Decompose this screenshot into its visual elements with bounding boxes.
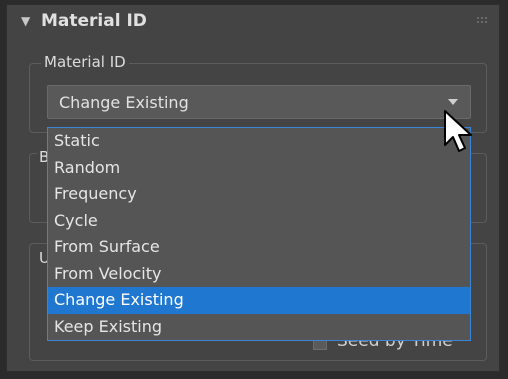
dropdown-options-list[interactable]: Static Random Frequency Cycle From Surfa… bbox=[47, 127, 471, 341]
group-legend: Material ID bbox=[41, 53, 129, 71]
dropdown-selected-value: Change Existing bbox=[59, 93, 189, 112]
dropdown-option[interactable]: From Surface bbox=[48, 234, 470, 261]
mouse-cursor-icon bbox=[444, 110, 472, 152]
material-id-dropdown[interactable]: Change Existing bbox=[47, 85, 471, 119]
dropdown-option-selected[interactable]: Change Existing bbox=[48, 287, 470, 314]
collapse-arrow-icon[interactable]: ▼ bbox=[21, 14, 30, 28]
dropdown-option[interactable]: Random bbox=[48, 155, 470, 182]
chevron-down-icon[interactable] bbox=[448, 99, 458, 105]
rollout-title: Material ID bbox=[41, 11, 147, 31]
drag-grip-icon[interactable] bbox=[477, 17, 487, 25]
rollout-header[interactable]: ▼ Material ID bbox=[7, 5, 499, 39]
material-id-panel: ▼ Material ID Material ID B U Seed by Ti… bbox=[6, 4, 500, 372]
dropdown-option[interactable]: Frequency bbox=[48, 181, 470, 208]
dropdown-option[interactable]: From Velocity bbox=[48, 261, 470, 288]
dropdown-option[interactable]: Keep Existing bbox=[48, 314, 470, 341]
dropdown-option[interactable]: Cycle bbox=[48, 208, 470, 235]
dropdown-option[interactable]: Static bbox=[48, 128, 470, 155]
